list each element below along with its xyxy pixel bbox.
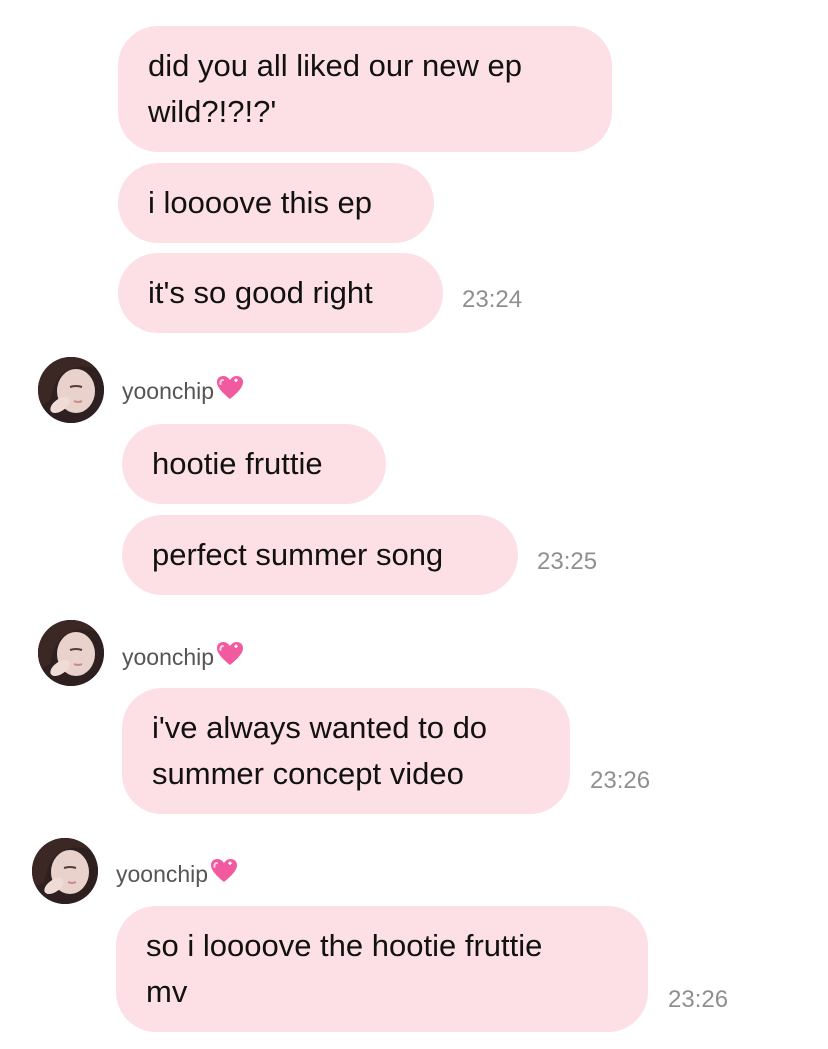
sender-name[interactable]: yoonchip xyxy=(116,858,238,890)
message-bubble[interactable]: so i loooove the hootie fruttie mv xyxy=(116,906,648,1032)
message-text: hootie fruttie xyxy=(152,446,323,481)
message-timestamp: 23:26 xyxy=(668,986,729,1013)
message-text: i've always wanted to do summer concept … xyxy=(152,710,488,791)
avatar-photo xyxy=(38,620,104,686)
message-bubble[interactable]: i've always wanted to do summer concept … xyxy=(122,688,570,814)
pink-heart-icon xyxy=(216,375,244,407)
avatar-photo xyxy=(38,357,104,423)
message-bubble[interactable]: did you all liked our new ep wild?!?!?' xyxy=(118,26,612,152)
chat-thread: did you all liked our new ep wild?!?!?' … xyxy=(0,0,828,1049)
message-bubble[interactable]: i loooove this ep xyxy=(118,163,434,243)
message-bubble[interactable]: hootie fruttie xyxy=(122,424,386,504)
message-text: did you all liked our new ep wild?!?!?' xyxy=(148,48,522,129)
message-bubble[interactable]: it's so good right xyxy=(118,253,443,333)
avatar[interactable] xyxy=(32,838,98,904)
sender-name[interactable]: yoonchip xyxy=(122,641,244,673)
message-text: i loooove this ep xyxy=(148,185,373,220)
message-timestamp: 23:24 xyxy=(462,286,523,313)
message-timestamp: 23:26 xyxy=(590,767,651,794)
pink-heart-icon xyxy=(216,641,244,673)
message-text: it's so good right xyxy=(148,275,373,310)
message-text: so i loooove the hootie fruttie mv xyxy=(146,928,543,1009)
avatar[interactable] xyxy=(38,357,104,423)
avatar[interactable] xyxy=(38,620,104,686)
avatar-photo xyxy=(32,838,98,904)
message-bubble[interactable]: perfect summer song xyxy=(122,515,518,595)
pink-heart-icon xyxy=(210,858,238,890)
message-text: perfect summer song xyxy=(152,537,444,572)
message-timestamp: 23:25 xyxy=(537,548,598,575)
sender-name[interactable]: yoonchip xyxy=(122,375,244,407)
